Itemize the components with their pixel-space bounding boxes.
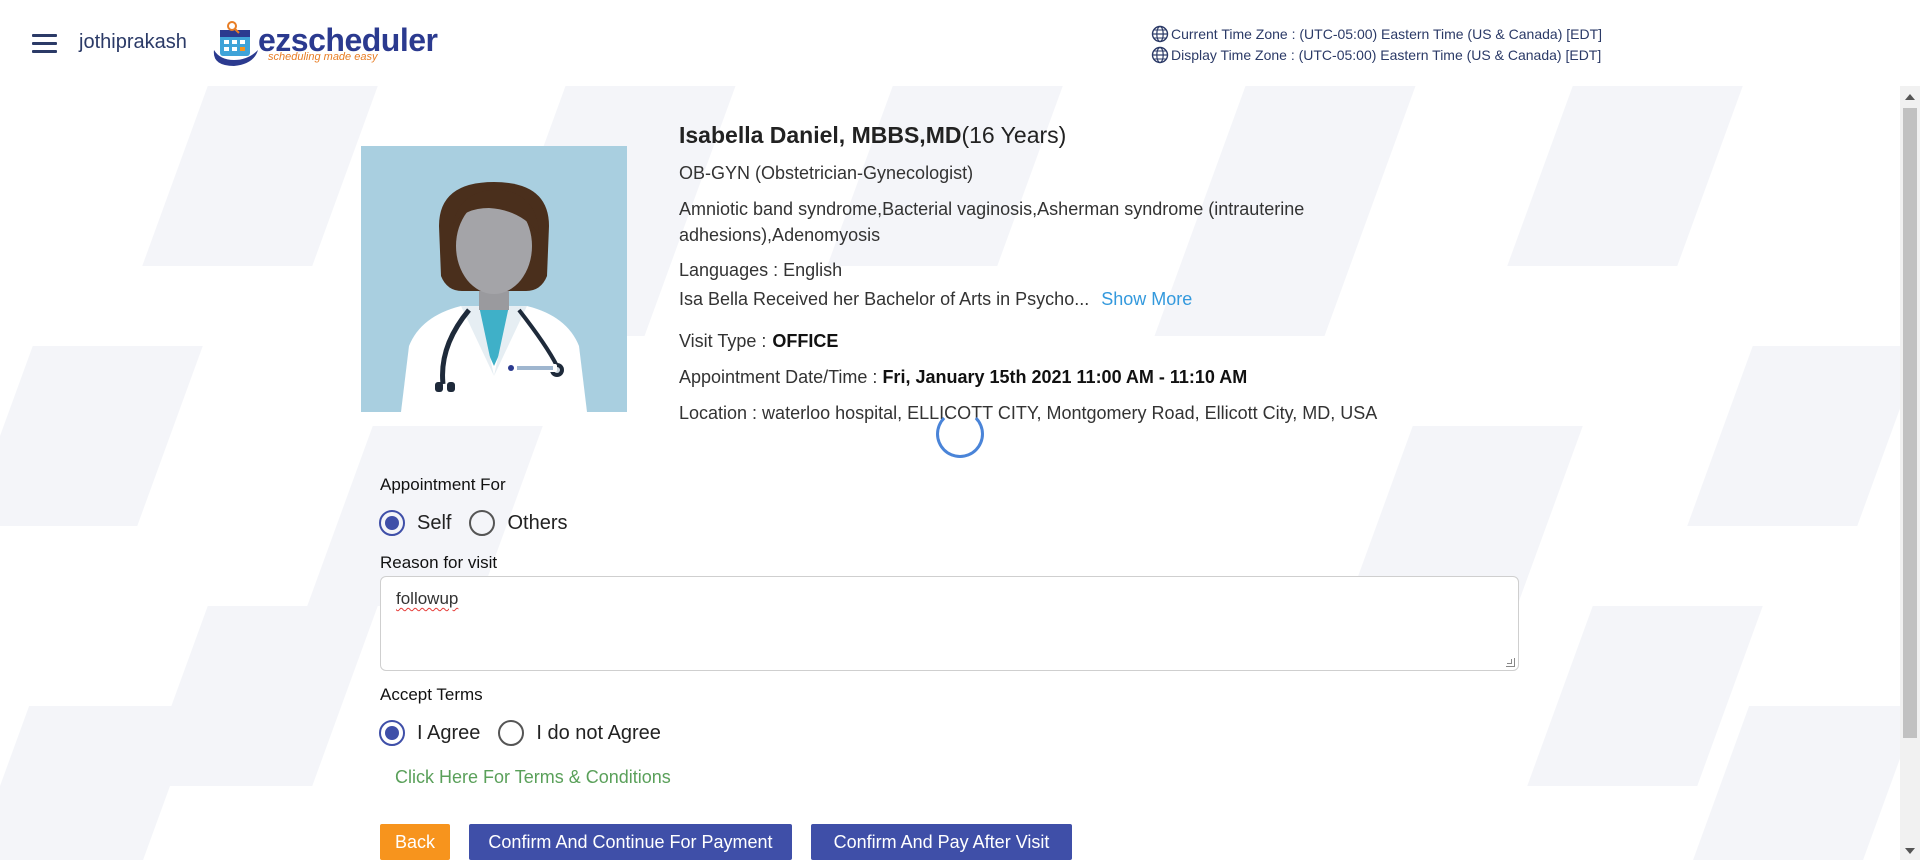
hamburger-menu-icon[interactable] (32, 34, 57, 54)
visit-type-value: OFFICE (772, 331, 839, 351)
terms-conditions-link[interactable]: Click Here For Terms & Conditions (395, 767, 671, 788)
appointment-datetime-label: Appointment Date/Time : (679, 367, 878, 387)
username: jothiprakash (79, 31, 187, 53)
doctor-experience: (16 Years) (961, 122, 1067, 148)
doctor-bio: Isa Bella Received her Bachelor of Arts … (679, 286, 1399, 312)
doctor-specialty: OB-GYN (Obstetrician-Gynecologist) (679, 163, 974, 183)
accept-terms-radio-group: I Agree I do not Agree (379, 720, 679, 746)
female-doctor-avatar-icon (361, 146, 627, 412)
accept-terms-label: Accept Terms (380, 685, 483, 704)
page-scrollbar[interactable] (1900, 86, 1920, 860)
globe-icon (1151, 25, 1169, 43)
globe-icon (1151, 46, 1169, 64)
loading-spinner-icon (936, 410, 984, 458)
doctor-bio-text: Isa Bella Received her Bachelor of Arts … (679, 289, 1090, 309)
doctor-languages: Languages : English (679, 260, 843, 280)
current-timezone-text: Current Time Zone : (UTC-05:00) Eastern … (1171, 26, 1603, 42)
reason-for-visit-textarea[interactable]: followup (380, 576, 1519, 671)
radio-agree[interactable] (379, 720, 405, 746)
visit-type-label: Visit Type : (679, 331, 767, 351)
doctor-info: Isabella Daniel, MBBS,MD(16 Years) OB-GY… (679, 122, 1399, 423)
scroll-up-arrow-icon[interactable] (1905, 94, 1915, 100)
doctor-conditions: Amniotic band syndrome,Bacterial vaginos… (679, 199, 1305, 245)
appointment-datetime-value: Fri, January 15th 2021 11:00 AM - 11:10 … (882, 367, 1248, 387)
radio-disagree[interactable] (498, 720, 525, 746)
logo-tagline: scheduling made easy (268, 51, 378, 63)
doctor-name-row: Isabella Daniel, MBBS,MD(16 Years) (679, 122, 1399, 152)
back-button[interactable]: Back (380, 824, 450, 860)
radio-others-label[interactable]: Others (507, 512, 567, 535)
doctor-name: Isabella Daniel, MBBS,MD (679, 122, 962, 148)
display-timezone-text: Display Time Zone : (UTC-05:00) Eastern … (1171, 47, 1602, 63)
doctor-avatar (361, 146, 627, 412)
calendar-logo-icon (213, 21, 258, 66)
scroll-down-arrow-icon[interactable] (1905, 848, 1915, 854)
appointment-location: Location : waterloo hospital, ELLICOTT C… (679, 403, 1378, 423)
radio-disagree-label[interactable]: I do not Agree (536, 722, 661, 745)
reason-for-visit-value: followup (396, 589, 459, 608)
radio-self[interactable] (379, 510, 405, 536)
confirm-continue-payment-button[interactable]: Confirm And Continue For Payment (469, 824, 792, 860)
resize-grip-icon[interactable] (1506, 658, 1515, 667)
reason-for-visit-label: Reason for visit (380, 553, 498, 572)
display-timezone[interactable]: Display Time Zone : (UTC-05:00) Eastern … (1151, 46, 1601, 64)
visit-type: Visit Type : OFFICE (679, 328, 838, 354)
radio-others[interactable] (469, 510, 496, 536)
appointment-for-radio-group: Self Others (379, 510, 586, 536)
ezscheduler-logo[interactable]: ezscheduler scheduling made easy (208, 20, 438, 68)
appointment-for-label: Appointment For (380, 475, 506, 494)
radio-self-label[interactable]: Self (417, 512, 451, 535)
appointment-datetime: Appointment Date/Time : Fri, January 15t… (679, 364, 1247, 390)
top-bar: jothiprakash ezscheduler scheduling made… (0, 0, 1920, 86)
current-timezone: Current Time Zone : (UTC-05:00) Eastern … (1151, 25, 1602, 43)
radio-agree-label[interactable]: I Agree (417, 722, 480, 745)
scrollbar-thumb[interactable] (1903, 108, 1917, 738)
show-more-link[interactable]: Show More (1101, 289, 1192, 309)
confirm-pay-after-visit-button[interactable]: Confirm And Pay After Visit (811, 824, 1072, 860)
